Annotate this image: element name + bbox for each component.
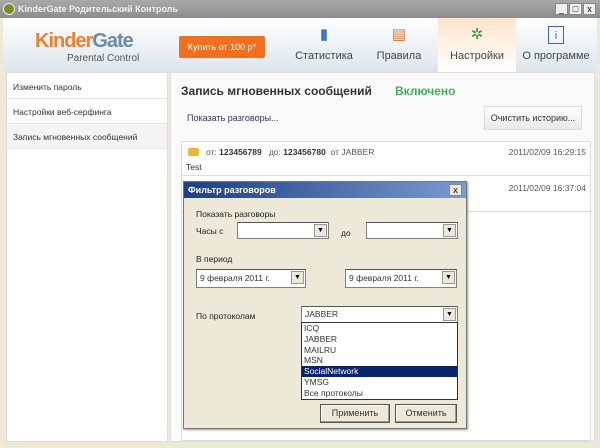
gear-icon: ✲ xyxy=(470,26,484,43)
protocol-select[interactable]: JABBER ▼ xyxy=(301,306,458,323)
show-conversations-link[interactable]: Показать разговоры... xyxy=(187,113,279,123)
tab-statistics[interactable]: ▮ Статистика xyxy=(288,18,360,72)
tab-settings[interactable]: ✲ Настройки xyxy=(438,18,516,72)
message-icon xyxy=(188,148,199,156)
clear-history-button[interactable]: Очистить историю... xyxy=(484,106,582,130)
hours-from-select[interactable]: ▼ xyxy=(237,222,329,239)
buy-button[interactable]: Купить от 100 р* xyxy=(179,36,265,58)
cancel-button[interactable]: Отменить xyxy=(395,404,457,423)
tab-label: Правила xyxy=(376,50,422,62)
sidebar: Изменить пароль Настройки веб-серфинга З… xyxy=(6,72,168,442)
logo: KinderGate xyxy=(35,30,134,53)
logo-subtitle: Parental Control xyxy=(67,53,140,64)
window-titlebar: KinderGate Родительский Контроль xyxy=(0,0,600,18)
tab-label: О программе xyxy=(522,50,590,62)
protocol-option[interactable]: MAILRU xyxy=(302,345,457,356)
hours-to-label: до xyxy=(341,228,351,238)
message-timestamp: 2011/02/09 16:37:04 xyxy=(508,183,586,193)
protocol-dropdown-list: ICQ JABBER MAILRU MSN SocialNetwork YMSG… xyxy=(301,322,458,400)
close-button[interactable]: x xyxy=(583,3,596,15)
protocol-option[interactable]: JABBER xyxy=(302,334,457,345)
sidebar-item-im-logging[interactable]: Запись мгновенных сообщений xyxy=(7,125,167,149)
tab-label: Настройки xyxy=(450,50,504,62)
app-icon xyxy=(3,3,15,15)
message-timestamp: 2011/02/09 16:29:15 xyxy=(508,147,586,157)
page-title: Запись мгновенных сообщений xyxy=(181,84,372,98)
hours-from-label: Часы с xyxy=(196,226,224,236)
document-icon: ▤ xyxy=(391,26,407,43)
message-row[interactable]: от: 123456789 до: 123456780 от JABBER 20… xyxy=(182,142,590,176)
date-to-select[interactable]: 9 февраля 2011 г. ▼ xyxy=(345,269,457,288)
chevron-down-icon: ▼ xyxy=(443,224,456,237)
message-meta: от: 123456789 до: 123456780 от JABBER xyxy=(206,147,375,157)
logo-kinder: Kinder xyxy=(35,30,93,52)
chevron-down-icon: ▼ xyxy=(291,271,304,284)
tab-label: Статистика xyxy=(295,50,353,62)
chevron-down-icon: ▼ xyxy=(314,224,327,237)
chevron-down-icon: ▼ xyxy=(442,271,455,284)
apply-button[interactable]: Применить xyxy=(320,404,390,423)
maximize-button[interactable]: □ xyxy=(569,3,582,15)
date-from-select[interactable]: 9 февраля 2011 г. ▼ xyxy=(196,269,306,288)
dialog-title: Фильтр разговоров xyxy=(184,182,466,198)
message-text: Test xyxy=(186,162,202,172)
protocol-option[interactable]: YMSG xyxy=(302,377,457,388)
sidebar-item-web-settings[interactable]: Настройки веб-серфинга xyxy=(7,100,167,124)
show-conversations-label: Показать разговоры xyxy=(196,209,276,219)
header: KinderGate Parental Control Купить от 10… xyxy=(3,18,597,72)
protocol-option[interactable]: ICQ xyxy=(302,323,457,334)
filter-dialog: Фильтр разговоров x Показать разговоры Ч… xyxy=(183,181,467,429)
info-icon: i xyxy=(548,26,564,44)
hours-to-select[interactable]: ▼ xyxy=(366,222,458,239)
protocol-option[interactable]: Все протоколы xyxy=(302,388,457,399)
tab-rules[interactable]: ▤ Правила xyxy=(365,18,433,72)
protocol-option[interactable]: MSN xyxy=(302,355,457,366)
status-badge: Включено xyxy=(395,84,456,98)
sidebar-item-change-password[interactable]: Изменить пароль xyxy=(7,75,167,99)
dialog-close-button[interactable]: x xyxy=(449,184,462,196)
chart-icon: ▮ xyxy=(319,26,329,43)
tab-about[interactable]: i О программе xyxy=(517,18,595,72)
protocol-label: По протоколам xyxy=(196,311,256,321)
period-label: В период xyxy=(196,254,233,264)
chevron-down-icon: ▼ xyxy=(443,308,456,321)
minimize-button[interactable]: _ xyxy=(555,3,568,15)
protocol-option-highlighted[interactable]: SocialNetwork xyxy=(302,366,457,377)
logo-gate: Gate xyxy=(92,30,133,52)
